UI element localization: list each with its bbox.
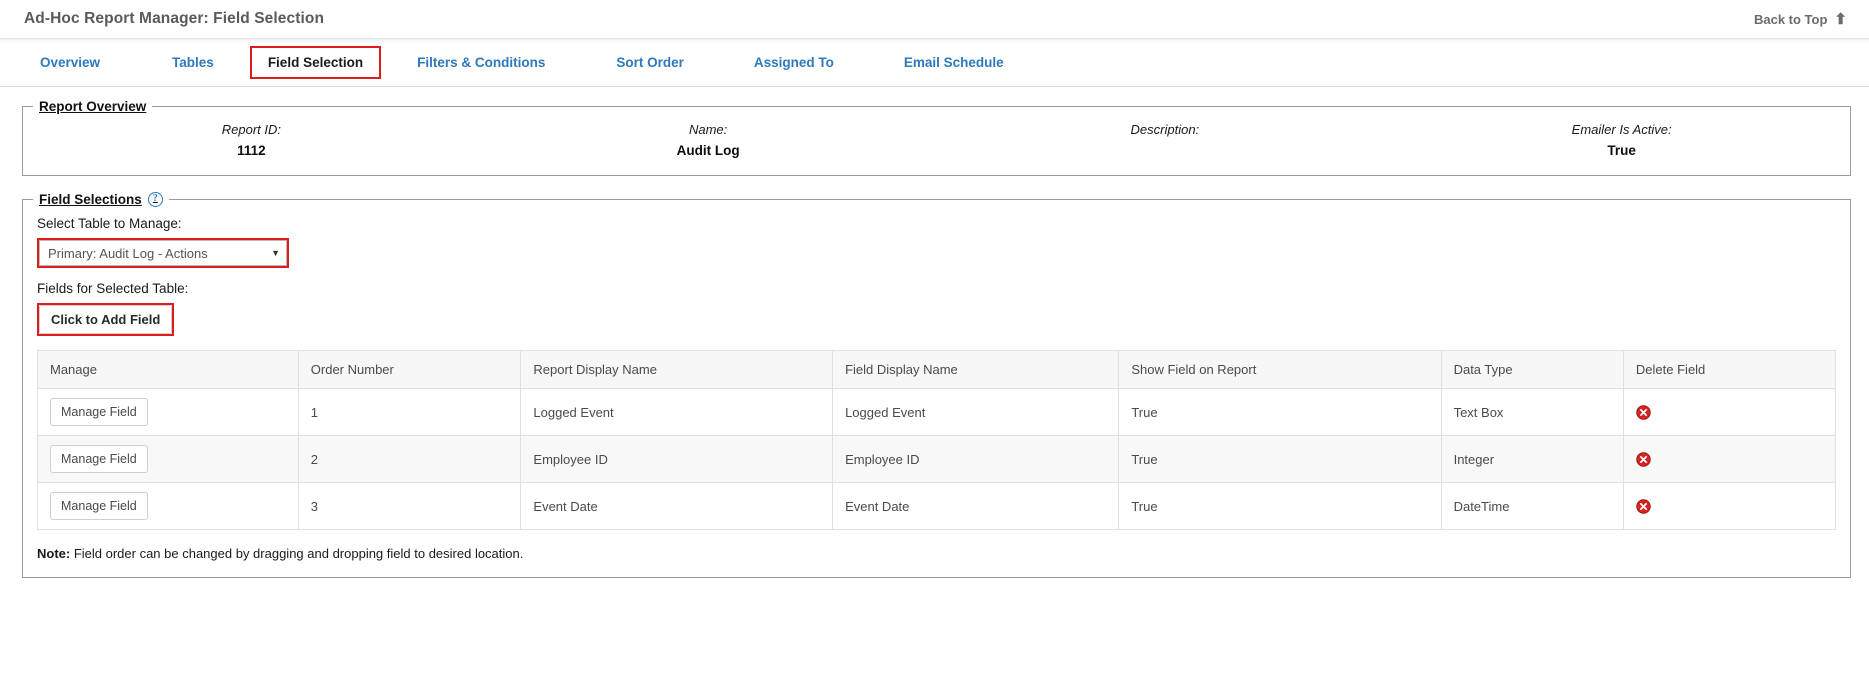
add-field-button[interactable]: Click to Add Field — [39, 305, 173, 334]
select-table-label: Select Table to Manage: — [37, 216, 182, 231]
cell-show-field-on-report: True — [1118, 482, 1442, 530]
field-selections-panel: Field Selections ? Select Table to Manag… — [22, 192, 1851, 578]
table-row[interactable]: Manage Field 2 Employee ID Employee ID T… — [37, 435, 1837, 483]
overview-value: True — [1607, 143, 1636, 158]
cell-report-display-name: Logged Event — [520, 388, 834, 436]
manage-field-button[interactable]: Manage Field — [50, 398, 148, 426]
question-mark-icon[interactable]: ? — [147, 192, 163, 207]
column-header-show-field-on-report: Show Field on Report — [1118, 350, 1442, 389]
select-table-dropdown[interactable]: Primary: Audit Log - Actions ▼ — [39, 240, 287, 266]
cell-delete-field — [1622, 482, 1837, 530]
cell-data-type: Integer — [1440, 435, 1624, 483]
cell-report-display-name: Employee ID — [520, 435, 834, 483]
back-to-top-label: Back to Top — [1753, 11, 1828, 27]
cell-field-display-name: Event Date — [832, 482, 1120, 530]
tab-field-selection[interactable]: Field Selection — [249, 46, 382, 79]
overview-label: Emailer Is Active: — [1571, 122, 1672, 137]
cell-show-field-on-report: True — [1118, 435, 1442, 483]
cell-delete-field — [1622, 435, 1837, 483]
add-field-highlight: Click to Add Field — [37, 303, 175, 336]
fields-table: Manage Order Number Report Display Name … — [37, 350, 1837, 530]
column-header-order-number: Order Number — [297, 350, 522, 389]
note-text: Field order can be changed by dragging a… — [70, 546, 524, 561]
overview-field-report-id: Report ID: 1112 — [23, 122, 480, 159]
app-title-bar: Ad-Hoc Report Manager: Field Selection B… — [0, 0, 1869, 38]
overview-field-emailer-is-active: Emailer Is Active: True — [1393, 122, 1850, 159]
cell-order-number: 3 — [297, 482, 522, 530]
page-title: Ad-Hoc Report Manager: Field Selection — [24, 10, 325, 27]
field-selections-legend: Field Selections ? — [33, 192, 169, 207]
report-overview-legend-label: Report Overview — [39, 99, 147, 114]
cell-delete-field — [1622, 388, 1837, 436]
column-header-field-display-name: Field Display Name — [832, 350, 1120, 389]
manage-field-button[interactable]: Manage Field — [50, 445, 148, 473]
overview-label: Description: — [1130, 122, 1200, 137]
overview-value — [937, 143, 1394, 159]
fields-table-body: Manage Field 1 Logged Event Logged Event… — [37, 388, 1837, 530]
delete-circle-icon[interactable] — [1636, 452, 1651, 467]
overview-field-name: Name: Audit Log — [480, 122, 937, 159]
select-table-value: Primary: Audit Log - Actions — [48, 245, 208, 261]
table-header-row: Manage Order Number Report Display Name … — [37, 350, 1837, 389]
column-header-manage: Manage — [37, 350, 299, 389]
cell-data-type: DateTime — [1440, 482, 1624, 530]
cell-manage: Manage Field — [37, 388, 299, 436]
field-selections-body: Select Table to Manage: Primary: Audit L… — [23, 207, 1850, 577]
chevron-down-icon: ▼ — [271, 247, 280, 258]
tab-assigned-to[interactable]: Assigned To — [740, 46, 848, 79]
overview-value: Audit Log — [676, 143, 740, 158]
cell-data-type: Text Box — [1440, 388, 1624, 436]
manage-field-button[interactable]: Manage Field — [50, 492, 148, 520]
report-overview-panel: Report Overview Report ID: 1112 Name: Au… — [22, 99, 1851, 176]
delete-circle-icon[interactable] — [1636, 405, 1651, 420]
select-table-highlight: Primary: Audit Log - Actions ▼ — [37, 238, 289, 268]
cell-order-number: 2 — [297, 435, 522, 483]
back-to-top-link[interactable]: Back to Top ⬆ — [1754, 12, 1847, 27]
cell-field-display-name: Employee ID — [832, 435, 1120, 483]
cell-manage: Manage Field — [37, 435, 299, 483]
fields-for-selected-table-label: Fields for Selected Table: — [37, 281, 189, 296]
main-content: Report Overview Report ID: 1112 Name: Au… — [0, 87, 1869, 578]
column-header-report-display-name: Report Display Name — [520, 350, 834, 389]
table-row[interactable]: Manage Field 1 Logged Event Logged Event… — [37, 388, 1837, 436]
tab-email-schedule[interactable]: Email Schedule — [890, 46, 1018, 79]
report-overview-legend: Report Overview — [33, 99, 152, 114]
cell-report-display-name: Event Date — [520, 482, 834, 530]
tab-filters-and-conditions[interactable]: Filters & Conditions — [403, 46, 559, 79]
fields-table-header: Manage Order Number Report Display Name … — [37, 350, 1837, 389]
tab-overview[interactable]: Overview — [26, 46, 114, 79]
tab-sort-order[interactable]: Sort Order — [602, 46, 698, 79]
overview-value: 1112 — [237, 143, 266, 158]
arrow-up-icon: ⬆ — [1834, 10, 1847, 28]
overview-label: Name: — [688, 122, 728, 137]
tab-bar: Overview Tables Field Selection Filters … — [0, 38, 1869, 87]
cell-order-number: 1 — [297, 388, 522, 436]
tab-tables[interactable]: Tables — [158, 46, 228, 79]
drag-drop-note: Note: Field order can be changed by drag… — [37, 546, 1836, 561]
cell-show-field-on-report: True — [1118, 388, 1442, 436]
overview-field-description: Description: — [937, 122, 1394, 159]
report-overview-grid: Report ID: 1112 Name: Audit Log Descript… — [23, 114, 1850, 175]
cell-manage: Manage Field — [37, 482, 299, 530]
table-row[interactable]: Manage Field 3 Event Date Event Date Tru… — [37, 482, 1837, 530]
delete-circle-icon[interactable] — [1636, 499, 1651, 514]
overview-label: Report ID: — [221, 122, 281, 137]
field-selections-legend-label: Field Selections — [39, 192, 142, 207]
cell-field-display-name: Logged Event — [832, 388, 1120, 436]
note-prefix: Note: — [37, 546, 71, 561]
column-header-data-type: Data Type — [1440, 350, 1624, 389]
column-header-delete-field: Delete Field — [1622, 350, 1837, 389]
